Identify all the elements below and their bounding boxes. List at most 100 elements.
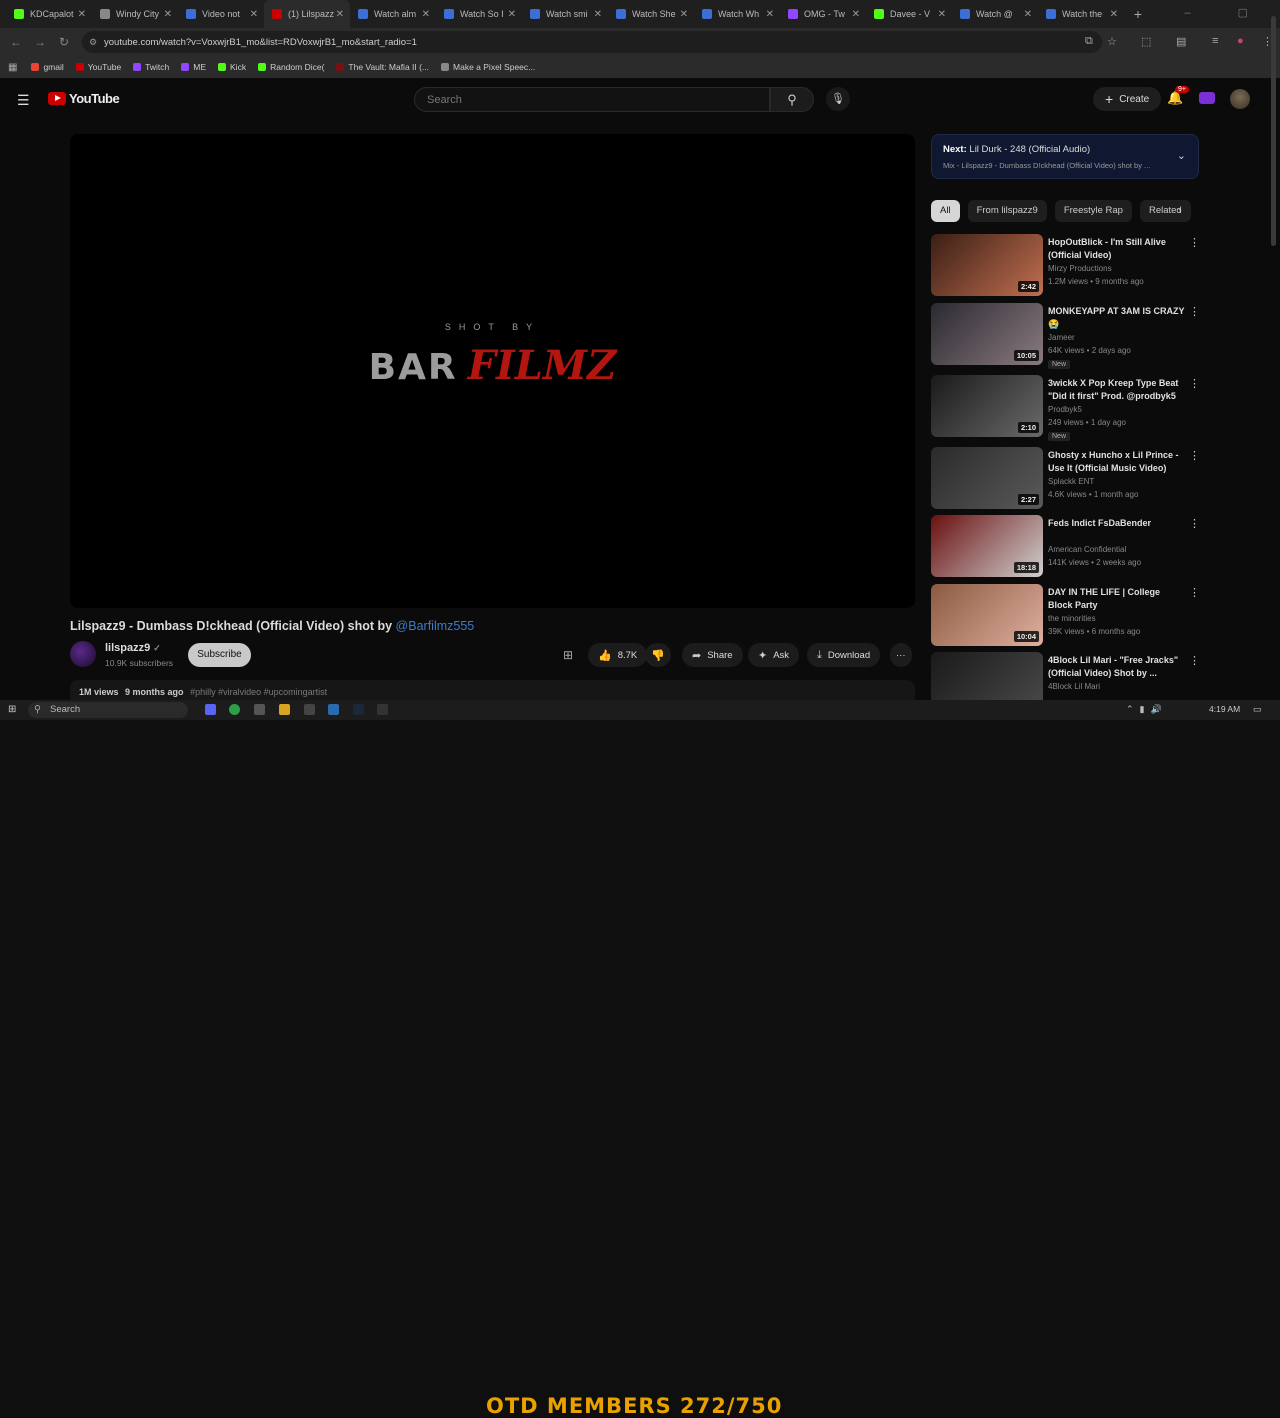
title-mention-link[interactable]: @Barfilmz555 — [396, 619, 475, 633]
clock[interactable]: 4:19 AM — [1209, 704, 1240, 714]
steam-icon[interactable] — [353, 704, 364, 715]
video-thumbnail[interactable]: 2:10 — [931, 375, 1043, 437]
discord-icon[interactable] — [205, 704, 216, 715]
hashtags[interactable]: #philly #viralvideo #upcomingartist — [190, 687, 327, 697]
video-thumbnail[interactable]: 2:42 — [931, 234, 1043, 296]
page-scrollbar[interactable] — [1271, 16, 1276, 246]
video-title[interactable]: 3wickk X Pop Kreep Type Beat "Did it fir… — [1048, 377, 1186, 402]
share-button[interactable]: ➦ Share — [682, 643, 743, 667]
video-player[interactable]: SHOT BY BAR FILMZ — [70, 134, 915, 608]
close-icon[interactable]: ✕ — [1110, 9, 1118, 20]
youtube-logo[interactable]: YouTube — [48, 91, 120, 106]
download-button[interactable]: ⤓ Download — [807, 643, 881, 667]
more-options-icon[interactable]: ⋮ — [1189, 586, 1200, 599]
account-avatar[interactable] — [1230, 89, 1250, 109]
recommended-video[interactable]: 10:04 DAY IN THE LIFE | College Block Par… — [931, 584, 1201, 646]
close-icon[interactable]: ✕ — [938, 9, 946, 20]
bookmark-item[interactable]: Twitch — [133, 62, 169, 72]
more-options-icon[interactable]: ⋮ — [1189, 449, 1200, 462]
channel-name[interactable]: lilspazz9 ✓ — [105, 642, 161, 654]
browser-tab[interactable]: Watch She ✕ — [608, 0, 694, 28]
create-button[interactable]: + Create — [1093, 87, 1162, 111]
channel-name[interactable]: the minorities — [1048, 614, 1096, 623]
channel-avatar[interactable] — [70, 641, 96, 667]
browser-tab[interactable]: Watch Wh ✕ — [694, 0, 780, 28]
channel-name[interactable]: Jameer — [1048, 333, 1075, 342]
recommended-video[interactable]: 2:42 HopOutBlick - I'm Still Alive (Offic… — [931, 234, 1201, 296]
channel-name[interactable]: American Confidential — [1048, 545, 1126, 554]
app-icon[interactable] — [304, 704, 315, 715]
taskbar-search[interactable]: ⚲ Search — [28, 702, 188, 718]
recommended-video[interactable]: 18:18 Feds Indict FsDaBender American Conf… — [931, 515, 1201, 577]
subscribe-button[interactable]: Subscribe — [188, 643, 251, 667]
chrome-icon[interactable] — [229, 704, 240, 715]
site-info-icon[interactable]: ⚙ — [89, 37, 97, 48]
sidebar-icon[interactable]: ▤ — [1176, 35, 1186, 48]
filter-chip[interactable]: All — [931, 200, 960, 222]
new-tab-button[interactable]: + — [1128, 6, 1148, 22]
search-button[interactable]: ⚲ — [770, 87, 814, 112]
browser-tab[interactable]: Davee - V ✕ — [866, 0, 952, 28]
app-icon[interactable] — [254, 704, 265, 715]
ask-button[interactable]: ✦ Ask — [748, 643, 800, 667]
bookmark-item[interactable]: ME — [181, 62, 206, 72]
more-actions-button[interactable]: ··· — [890, 643, 912, 667]
voice-search-button[interactable]: 🎙 — [826, 87, 850, 111]
browser-tab[interactable]: Watch smi ✕ — [522, 0, 608, 28]
recommended-video[interactable]: 10:05 MONKEYAPP AT 3AM IS CRAZY 😭 Jameer 64… — [931, 303, 1201, 369]
forward-icon[interactable]: → — [28, 35, 52, 49]
windows-start-icon[interactable]: ⊞ — [8, 704, 19, 715]
app-icon[interactable] — [377, 704, 388, 715]
like-button[interactable]: 👍 8.7K — [588, 643, 648, 667]
close-icon[interactable]: ✕ — [164, 9, 172, 20]
close-icon[interactable]: ✕ — [78, 9, 86, 20]
filter-chip[interactable]: Freestyle Rap — [1054, 200, 1132, 222]
profile-icon[interactable]: ● — [1237, 35, 1244, 47]
filter-chip[interactable]: From lilspazz9 — [967, 200, 1047, 222]
more-options-icon[interactable]: ⋮ — [1189, 236, 1200, 249]
recommended-video[interactable]: 2:10 3wickk X Pop Kreep Type Beat "Did it… — [931, 375, 1201, 441]
more-options-icon[interactable]: ⋮ — [1189, 305, 1200, 318]
channel-name[interactable]: Mirzy Productions — [1048, 264, 1112, 273]
video-thumbnail[interactable]: 10:04 — [931, 584, 1043, 646]
hamburger-menu-icon[interactable]: ☰ — [17, 92, 30, 109]
channel-name[interactable]: 4Block Lil Mari — [1048, 682, 1100, 691]
back-icon[interactable]: ← — [4, 35, 28, 49]
app-icon[interactable] — [328, 704, 339, 715]
browser-tab[interactable]: Watch @ ✕ — [952, 0, 1038, 28]
browser-tab[interactable]: Watch alm ✕ — [350, 0, 436, 28]
chevron-down-icon[interactable]: ⌄ — [1177, 149, 1186, 162]
bookmark-item[interactable]: The Vault: Mafia II (... — [336, 62, 429, 72]
filter-chip[interactable]: Related — [1139, 200, 1191, 222]
save-to-playlist-icon[interactable]: ⊞ — [563, 648, 573, 662]
close-icon[interactable]: ✕ — [422, 9, 430, 20]
bookmark-item[interactable]: gmail — [31, 62, 64, 72]
video-title[interactable]: 4Block Lil Mari - "Free Jracks" (Officia… — [1048, 654, 1186, 679]
close-icon[interactable]: ✕ — [852, 9, 860, 20]
channel-name[interactable]: Splackk ENT — [1048, 477, 1094, 486]
browser-tab[interactable]: Video not ✕ — [178, 0, 264, 28]
video-thumbnail[interactable]: 10:05 — [931, 303, 1043, 365]
file-explorer-icon[interactable] — [279, 704, 290, 715]
bookmark-item[interactable]: Make a Pixel Speec... — [441, 62, 535, 72]
close-icon[interactable]: ✕ — [766, 9, 774, 20]
dislike-button[interactable]: 👎 — [645, 643, 671, 667]
install-icon[interactable]: ⧉ — [1085, 35, 1093, 48]
recommended-video[interactable]: 2:27 Ghosty x Huncho x Lil Prince - Use I… — [931, 447, 1201, 509]
notifications-button[interactable]: 🔔 9+ — [1167, 86, 1189, 106]
close-icon[interactable]: ✕ — [680, 9, 688, 20]
url-field[interactable]: ⚙ youtube.com/watch?v=VoxwjrB1_mo&list=R… — [82, 31, 1102, 53]
chevron-right-icon[interactable]: › — [1178, 205, 1182, 217]
video-thumbnail[interactable]: 18:18 — [931, 515, 1043, 577]
notification-center-icon[interactable]: ▭ — [1253, 704, 1262, 715]
mix-playlist-panel[interactable]: Next: Lil Durk - 248 (Official Audio) Mi… — [931, 134, 1199, 179]
bookmark-star-icon[interactable]: ☆ — [1107, 35, 1117, 48]
close-icon[interactable]: ✕ — [250, 9, 258, 20]
video-title[interactable]: DAY IN THE LIFE | College Block Party — [1048, 586, 1186, 611]
more-options-icon[interactable]: ⋮ — [1189, 517, 1200, 530]
more-options-icon[interactable]: ⋮ — [1189, 377, 1200, 390]
window-controls[interactable]: – ▢ — [1184, 6, 1270, 19]
extension-icon[interactable] — [1199, 92, 1215, 104]
reading-list-icon[interactable]: ≡ — [1212, 35, 1218, 47]
channel-name[interactable]: Prodbyk5 — [1048, 405, 1082, 414]
